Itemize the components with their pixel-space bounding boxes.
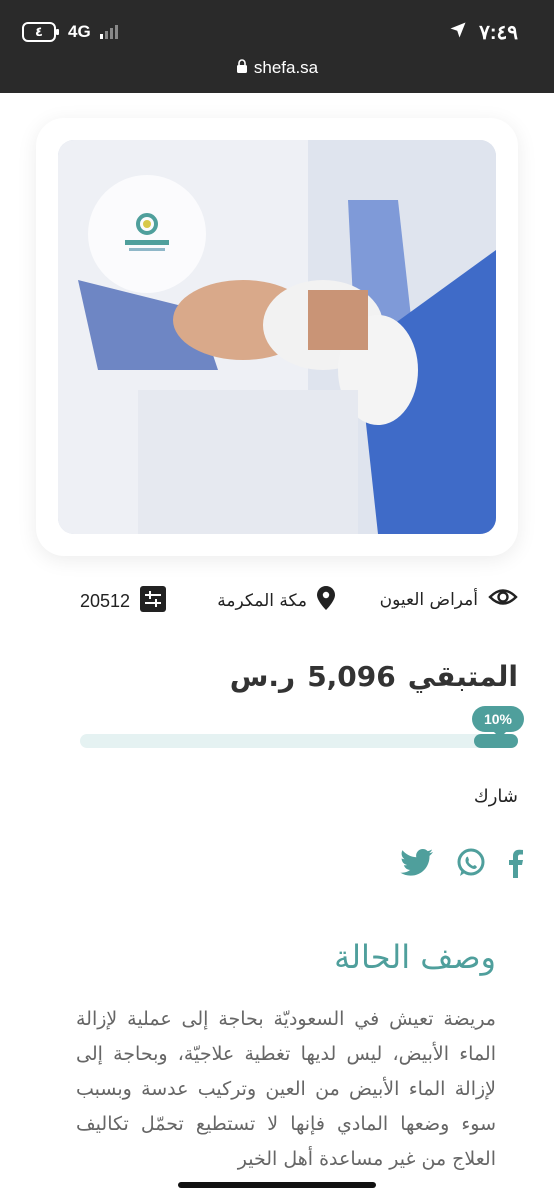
progress-badge: 10%	[472, 706, 524, 738]
battery-level: ٤	[35, 24, 43, 40]
battery-icon: ٤	[22, 22, 59, 42]
url-bar[interactable]: shefa.sa	[0, 58, 554, 78]
remaining-label: المتبقي	[407, 660, 518, 693]
case-meta: أمراض العيون مكة المكرمة 20512	[80, 586, 518, 616]
case-photo	[58, 140, 496, 534]
facebook-icon[interactable]	[508, 848, 524, 878]
currency: ر.س	[229, 660, 296, 693]
lock-icon	[236, 58, 248, 78]
category-label: أمراض العيون	[379, 589, 478, 610]
eye-icon	[488, 586, 518, 613]
whatsapp-icon[interactable]	[456, 848, 486, 878]
sliders-icon	[140, 586, 167, 617]
share-buttons	[400, 848, 524, 878]
category: أمراض العيون	[380, 586, 518, 613]
case-image-card	[36, 118, 518, 556]
status-bar: ٤ 4G ٧:٤٩ shefa.sa	[0, 0, 554, 93]
status-left: ٤ 4G	[22, 22, 118, 42]
section-title: وصف الحالة	[334, 938, 496, 976]
shefa-logo	[88, 175, 206, 293]
url-text: shefa.sa	[253, 58, 319, 77]
home-indicator	[178, 1182, 376, 1188]
clock: ٧:٤٩	[479, 22, 518, 44]
location-arrow-icon	[449, 21, 467, 45]
status-right: ٧:٤٩	[449, 20, 518, 45]
share-label: شارك	[473, 786, 518, 807]
progress-percent: 10%	[483, 711, 513, 727]
case-description: مريضة تعيش في السعوديّة بحاجة إلى عملية …	[76, 1008, 496, 1170]
location-pin-icon	[317, 586, 335, 615]
remaining-amount: المتبقي 5,096 ر.س	[230, 660, 518, 693]
city: مكة المكرمة	[217, 586, 335, 615]
signal-icon	[99, 25, 118, 39]
network-type: 4G	[68, 22, 91, 41]
city-label: مكة المكرمة	[217, 590, 307, 611]
remaining-value: 5,096	[307, 660, 396, 693]
progress-bar	[80, 734, 518, 748]
progress-fill	[474, 734, 518, 748]
twitter-icon[interactable]	[400, 849, 434, 877]
case-id: 20512	[80, 586, 167, 617]
case-id-label: 20512	[80, 591, 131, 611]
